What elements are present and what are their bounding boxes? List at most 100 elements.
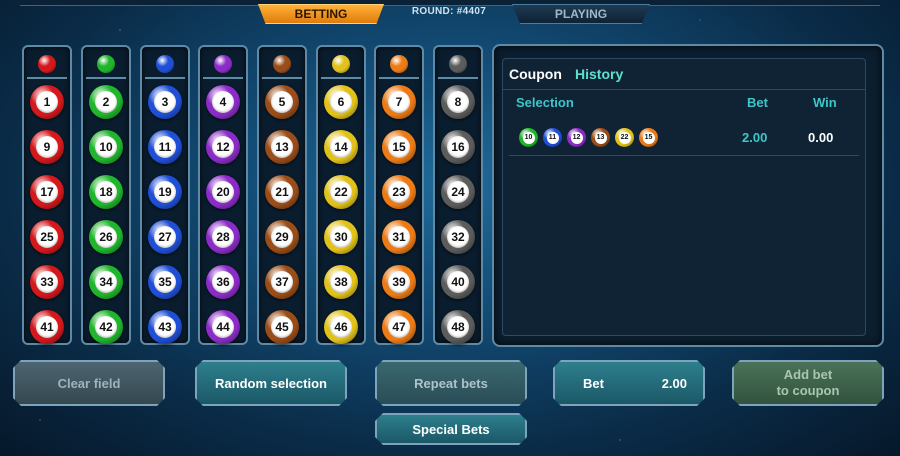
number-ball[interactable]: 34 [89, 265, 123, 299]
number-ball[interactable]: 45 [265, 310, 299, 344]
number-ball[interactable]: 8 [441, 85, 475, 119]
coupon-win-value: 0.00 [808, 130, 834, 145]
number-ball[interactable]: 2 [89, 85, 123, 119]
number-ball[interactable]: 22 [324, 175, 358, 209]
clear-field-button[interactable]: Clear field [13, 360, 165, 406]
number-ball[interactable]: 44 [206, 310, 240, 344]
selected-ball-number: 12 [570, 131, 583, 144]
column-color-indicator[interactable] [390, 55, 408, 73]
add-bet-to-coupon-button[interactable]: Add bet to coupon [732, 360, 884, 406]
ball-number: 37 [271, 271, 293, 293]
number-ball[interactable]: 16 [441, 130, 475, 164]
ball-number: 3 [154, 91, 176, 113]
number-ball[interactable]: 31 [382, 220, 416, 254]
column-color-indicator[interactable] [332, 55, 350, 73]
number-ball[interactable]: 42 [89, 310, 123, 344]
number-ball[interactable]: 4 [206, 85, 240, 119]
ball-number: 13 [271, 136, 293, 158]
number-ball[interactable]: 33 [30, 265, 64, 299]
coupon-panel: Coupon History Selection Bet Win 10 11 12 1… [492, 44, 884, 347]
special-bets-button[interactable]: Special Bets [375, 413, 527, 445]
tab-playing[interactable]: PLAYING [512, 4, 650, 24]
ball-number: 24 [447, 181, 469, 203]
ball-number: 40 [447, 271, 469, 293]
repeat-bets-button[interactable]: Repeat bets [375, 360, 527, 406]
number-ball[interactable]: 7 [382, 85, 416, 119]
ball-number: 20 [212, 181, 234, 203]
ball-number: 16 [447, 136, 469, 158]
column-color-indicator[interactable] [38, 55, 56, 73]
number-column: 7 15 23 31 39 47 [374, 45, 424, 345]
column-color-indicator[interactable] [449, 55, 467, 73]
number-ball[interactable]: 18 [89, 175, 123, 209]
number-ball[interactable]: 13 [265, 130, 299, 164]
tab-history[interactable]: History [575, 66, 623, 82]
number-ball[interactable]: 28 [206, 220, 240, 254]
number-ball[interactable]: 36 [206, 265, 240, 299]
column-color-indicator[interactable] [97, 55, 115, 73]
number-ball[interactable]: 21 [265, 175, 299, 209]
number-ball[interactable]: 12 [206, 130, 240, 164]
header-win: Win [813, 95, 837, 110]
ball-number: 7 [388, 91, 410, 113]
column-divider [86, 77, 126, 79]
number-ball[interactable]: 14 [324, 130, 358, 164]
tab-betting[interactable]: BETTING [258, 4, 384, 24]
ball-number: 11 [154, 136, 176, 158]
ball-number: 4 [212, 91, 234, 113]
number-ball[interactable]: 5 [265, 85, 299, 119]
bet-amount-button[interactable]: Bet 2.00 [553, 360, 705, 406]
number-ball[interactable]: 10 [89, 130, 123, 164]
number-ball[interactable]: 20 [206, 175, 240, 209]
ball-number: 32 [447, 226, 469, 248]
number-ball[interactable]: 38 [324, 265, 358, 299]
number-ball[interactable]: 43 [148, 310, 182, 344]
ball-number: 48 [447, 316, 469, 338]
number-column: 2 10 18 26 34 42 [81, 45, 131, 345]
number-ball[interactable]: 39 [382, 265, 416, 299]
selected-ball-number: 22 [618, 131, 631, 144]
number-ball[interactable]: 35 [148, 265, 182, 299]
number-ball[interactable]: 41 [30, 310, 64, 344]
coupon-panel-inner: Coupon History Selection Bet Win 10 11 12 1… [502, 58, 866, 336]
number-ball[interactable]: 30 [324, 220, 358, 254]
number-ball[interactable]: 25 [30, 220, 64, 254]
add-bet-line2: to coupon [776, 383, 840, 398]
number-ball[interactable]: 9 [30, 130, 64, 164]
column-color-indicator[interactable] [156, 55, 174, 73]
column-color-indicator[interactable] [214, 55, 232, 73]
number-ball[interactable]: 24 [441, 175, 475, 209]
ball-number: 43 [154, 316, 176, 338]
number-ball[interactable]: 32 [441, 220, 475, 254]
ball-number: 15 [388, 136, 410, 158]
number-ball[interactable]: 15 [382, 130, 416, 164]
number-ball[interactable]: 23 [382, 175, 416, 209]
ball-number: 19 [154, 181, 176, 203]
number-ball[interactable]: 37 [265, 265, 299, 299]
number-ball[interactable]: 26 [89, 220, 123, 254]
number-ball[interactable]: 40 [441, 265, 475, 299]
number-ball[interactable]: 27 [148, 220, 182, 254]
ball-number: 35 [154, 271, 176, 293]
column-color-indicator[interactable] [273, 55, 291, 73]
tab-coupon[interactable]: Coupon [509, 66, 562, 82]
selected-ball-number: 13 [594, 131, 607, 144]
number-column: 6 14 22 30 38 46 [316, 45, 366, 345]
number-ball[interactable]: 47 [382, 310, 416, 344]
number-column: 1 9 17 25 33 41 [22, 45, 72, 345]
number-ball[interactable]: 1 [30, 85, 64, 119]
number-ball[interactable]: 11 [148, 130, 182, 164]
random-selection-button[interactable]: Random selection [195, 360, 347, 406]
ball-number: 39 [388, 271, 410, 293]
ball-number: 12 [212, 136, 234, 158]
number-ball[interactable]: 6 [324, 85, 358, 119]
number-ball[interactable]: 19 [148, 175, 182, 209]
ball-number: 36 [212, 271, 234, 293]
number-ball[interactable]: 46 [324, 310, 358, 344]
round-label: ROUND: #4407 [411, 6, 487, 17]
number-ball[interactable]: 48 [441, 310, 475, 344]
ball-number: 30 [330, 226, 352, 248]
number-ball[interactable]: 3 [148, 85, 182, 119]
number-ball[interactable]: 17 [30, 175, 64, 209]
number-ball[interactable]: 29 [265, 220, 299, 254]
